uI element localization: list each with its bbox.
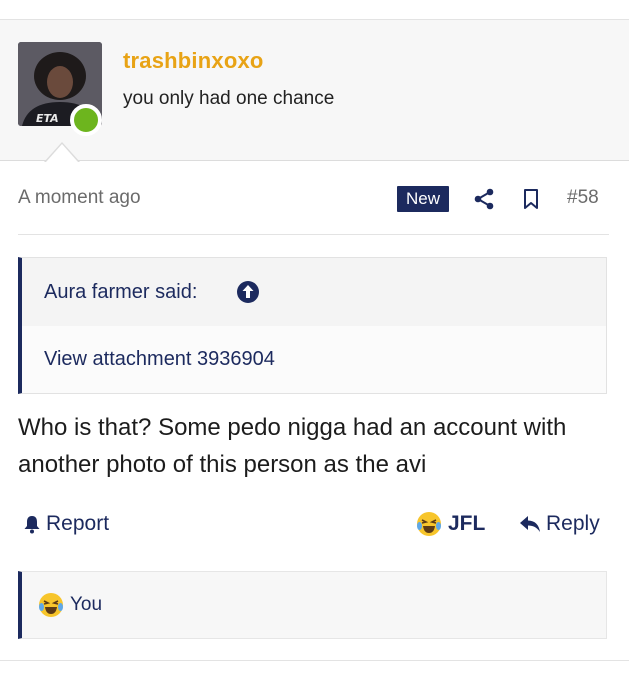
jfl-label: JFL xyxy=(448,512,486,535)
message-notch xyxy=(46,144,78,162)
laughing-crying-emoji-icon xyxy=(39,593,63,617)
forum-post: ETA trashbinxoxo you only had one chance… xyxy=(0,0,629,677)
meta-divider xyxy=(18,234,609,235)
post-number[interactable]: #58 xyxy=(567,187,599,209)
reactions-summary-bar[interactable]: You xyxy=(18,571,607,639)
reactions-summary-label[interactable]: You xyxy=(70,594,102,616)
bookmark-icon[interactable] xyxy=(522,188,540,210)
username[interactable]: trashbinxoxo xyxy=(123,48,264,74)
post-timestamp[interactable]: A moment ago xyxy=(18,187,141,209)
user-title: you only had one chance xyxy=(123,88,335,109)
report-label: Report xyxy=(46,512,110,535)
share-icon[interactable] xyxy=(473,188,495,210)
quote-attachment-link[interactable]: View attachment 3936904 xyxy=(44,348,275,371)
reply-label: Reply xyxy=(546,512,600,535)
reply-button[interactable]: Reply xyxy=(519,512,600,536)
arrow-up-circle-icon[interactable] xyxy=(236,280,260,304)
jfl-reaction-button[interactable]: JFL xyxy=(416,511,485,537)
avatar-shirt-text: ETA xyxy=(36,112,59,125)
bell-icon xyxy=(24,516,40,534)
post-body-text: Who is that? Some pedo nigga had an acco… xyxy=(18,414,567,478)
quote-author[interactable]: Aura farmer said: xyxy=(44,281,197,304)
online-status-indicator xyxy=(70,104,102,136)
laughing-crying-emoji-icon xyxy=(417,512,441,536)
reply-arrow-icon xyxy=(520,516,540,532)
user-block: ETA trashbinxoxo you only had one chance xyxy=(0,20,629,162)
bottom-divider xyxy=(0,660,629,661)
quote-header: Aura farmer said: xyxy=(22,258,606,326)
quote-block: Aura farmer said: View attachment 393690… xyxy=(18,257,607,394)
new-badge: New xyxy=(397,186,449,212)
report-button[interactable]: Report xyxy=(22,512,109,536)
